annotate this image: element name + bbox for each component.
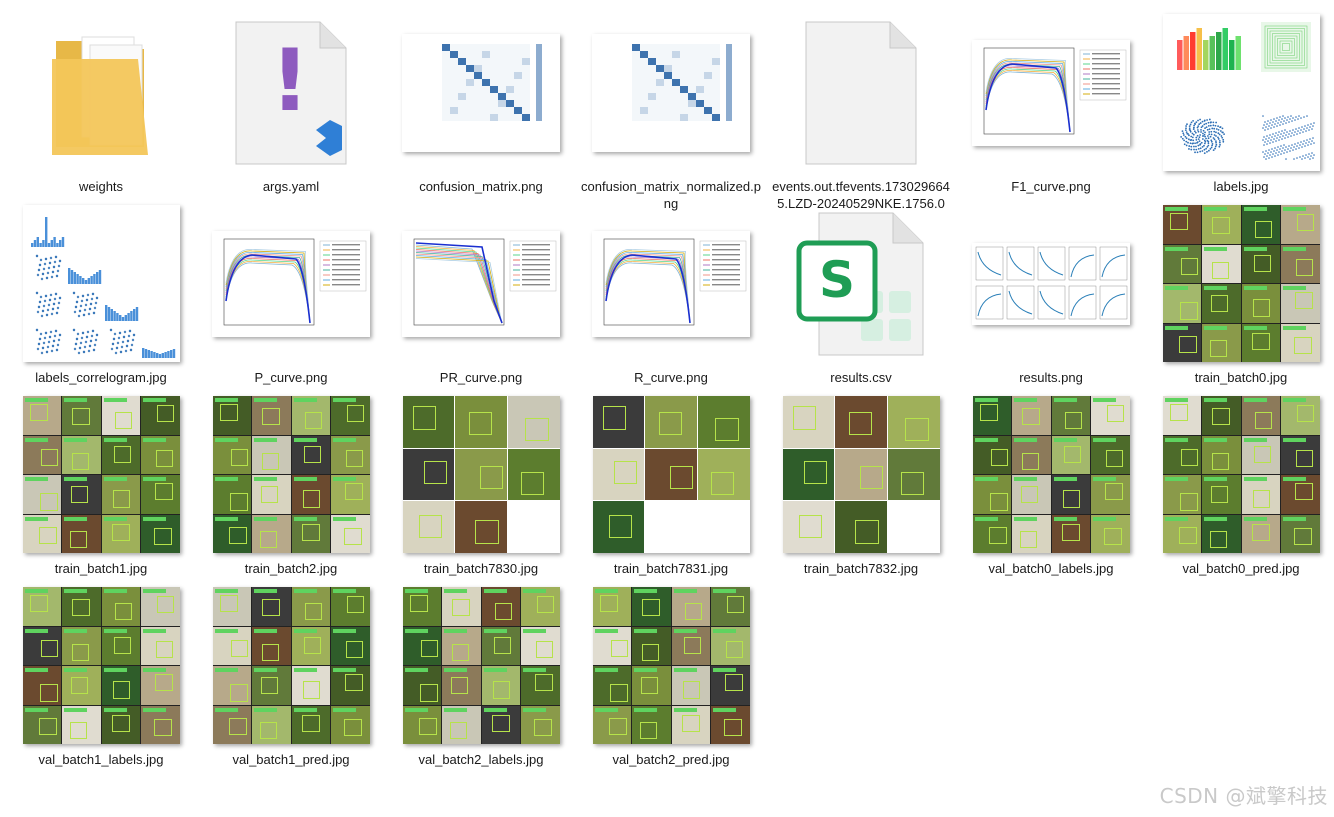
file-grid: weights ! args.yaml confusion_matrix.png c… xyxy=(0,0,1334,817)
file-item[interactable]: val_batch2_pred.jpg xyxy=(576,583,766,773)
file-item[interactable]: val_batch2_labels.jpg xyxy=(386,583,576,773)
file-item[interactable]: results.png xyxy=(956,201,1146,391)
file-thumbnail xyxy=(576,392,766,557)
file-item[interactable]: train_batch2.jpg xyxy=(196,392,386,582)
mosaic-thumbnail xyxy=(212,396,370,553)
file-item[interactable]: train_batch0.jpg xyxy=(1146,201,1334,391)
file-name-label: F1_curve.png xyxy=(1011,179,1091,194)
mosaic-thumbnail xyxy=(1162,396,1320,553)
file-name-label: train_batch1.jpg xyxy=(54,561,148,576)
file-name-label: train_batch7831.jpg xyxy=(613,561,729,576)
file-thumbnail xyxy=(196,583,386,748)
mosaic-thumbnail xyxy=(592,396,750,553)
file-item[interactable]: val_batch0_labels.jpg xyxy=(956,392,1146,582)
file-thumbnail xyxy=(386,392,576,557)
file-thumbnail xyxy=(576,10,766,175)
file-thumbnail xyxy=(386,583,576,748)
mosaic-thumbnail xyxy=(22,396,180,553)
file-name-label: args.yaml xyxy=(262,179,320,194)
file-item[interactable]: confusion_matrix_normalized.png xyxy=(576,10,766,211)
file-item[interactable]: confusion_matrix.png xyxy=(386,10,576,200)
file-thumbnail xyxy=(1146,201,1334,366)
file-name-label: results.csv xyxy=(830,370,892,385)
file-item[interactable]: weights xyxy=(6,10,196,200)
file-item[interactable]: labels.jpg xyxy=(1146,10,1334,200)
file-name-label: val_batch2_labels.jpg xyxy=(418,752,544,767)
svg-text:S: S xyxy=(819,251,855,309)
file-item[interactable]: val_batch1_pred.jpg xyxy=(196,583,386,773)
file-thumbnail xyxy=(196,201,386,366)
file-name-label: train_batch7832.jpg xyxy=(803,561,919,576)
spreadsheet-file-icon: S xyxy=(766,201,956,366)
svg-text:!: ! xyxy=(270,31,309,131)
file-name-label: weights xyxy=(78,179,124,194)
mosaic-thumbnail xyxy=(402,587,560,744)
file-thumbnail xyxy=(956,10,1146,175)
file-thumbnail xyxy=(576,201,766,366)
file-thumbnail xyxy=(956,201,1146,366)
mosaic-thumbnail xyxy=(212,587,370,744)
file-thumbnail xyxy=(386,201,576,366)
file-item[interactable]: PR_curve.png xyxy=(386,201,576,391)
file-item[interactable]: S results.csv xyxy=(766,201,956,391)
file-item[interactable]: train_batch7831.jpg xyxy=(576,392,766,582)
file-name-label: val_batch1_labels.jpg xyxy=(38,752,164,767)
mosaic-thumbnail xyxy=(782,396,940,553)
file-name-label: R_curve.png xyxy=(634,370,708,385)
file-name-label: val_batch2_pred.jpg xyxy=(612,752,730,767)
file-item[interactable]: R_curve.png xyxy=(576,201,766,391)
file-name-label: train_batch2.jpg xyxy=(244,561,338,576)
file-item[interactable]: train_batch7830.jpg xyxy=(386,392,576,582)
file-thumbnail xyxy=(6,201,196,366)
file-item[interactable]: val_batch0_pred.jpg xyxy=(1146,392,1334,582)
file-name-label: confusion_matrix.png xyxy=(419,179,543,194)
file-item[interactable]: labels_correlogram.jpg xyxy=(6,201,196,391)
file-thumbnail xyxy=(956,392,1146,557)
file-name-label: P_curve.png xyxy=(254,370,328,385)
file-name-label: labels_correlogram.jpg xyxy=(35,370,167,385)
file-thumbnail xyxy=(576,583,766,748)
file-item[interactable]: events.out.tfevents.1730296645.LZD-20240… xyxy=(766,10,956,211)
mosaic-thumbnail xyxy=(1162,205,1320,362)
file-thumbnail xyxy=(1146,10,1334,175)
file-name-label: results.png xyxy=(1019,370,1083,385)
file-item[interactable]: train_batch1.jpg xyxy=(6,392,196,582)
generic-file-icon xyxy=(766,10,956,175)
mosaic-thumbnail xyxy=(402,396,560,553)
file-item[interactable]: P_curve.png xyxy=(196,201,386,391)
mosaic-thumbnail xyxy=(592,587,750,744)
file-thumbnail xyxy=(6,583,196,748)
file-thumbnail xyxy=(196,392,386,557)
file-name-label: train_batch0.jpg xyxy=(1194,370,1288,385)
file-thumbnail xyxy=(766,392,956,557)
mosaic-thumbnail xyxy=(22,587,180,744)
file-name-label: PR_curve.png xyxy=(439,370,523,385)
folder-icon xyxy=(6,10,196,175)
file-name-label: train_batch7830.jpg xyxy=(423,561,539,576)
watermark-text: CSDN @斌擎科技 xyxy=(1159,784,1328,808)
file-item[interactable]: F1_curve.png xyxy=(956,10,1146,200)
file-item[interactable]: train_batch7832.jpg xyxy=(766,392,956,582)
file-thumbnail xyxy=(6,392,196,557)
file-name-label: val_batch0_labels.jpg xyxy=(988,561,1114,576)
file-thumbnail xyxy=(1146,392,1334,557)
file-name-label: val_batch0_pred.jpg xyxy=(1182,561,1300,576)
file-item[interactable]: ! args.yaml xyxy=(196,10,386,200)
mosaic-thumbnail xyxy=(972,396,1130,553)
file-name-label: val_batch1_pred.jpg xyxy=(232,752,350,767)
file-name-label: labels.jpg xyxy=(1213,179,1269,194)
file-thumbnail xyxy=(386,10,576,175)
file-item[interactable]: val_batch1_labels.jpg xyxy=(6,583,196,773)
yaml-file-icon: ! xyxy=(196,10,386,175)
